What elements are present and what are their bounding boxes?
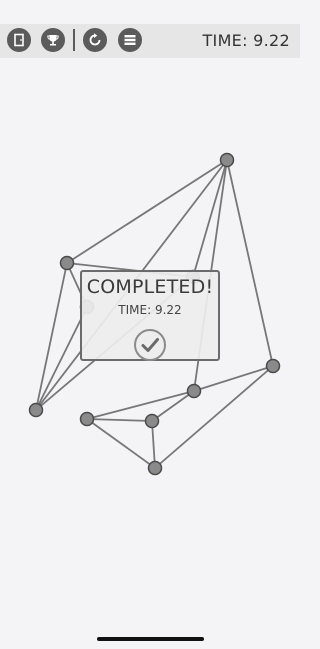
graph-node[interactable]: [265, 358, 281, 374]
graph-edge: [154, 365, 274, 469]
graph-node[interactable]: [79, 411, 95, 427]
graph-node[interactable]: [28, 402, 44, 418]
graph-edge: [193, 365, 274, 392]
graph-node[interactable]: [186, 383, 202, 399]
top-toolbar: TIME: 9.22: [0, 24, 300, 58]
graph-edge: [226, 159, 274, 367]
leaderboard-button[interactable]: [41, 28, 65, 52]
dialog-title: COMPLETED!: [86, 276, 214, 298]
completed-dialog: COMPLETED! TIME: 9.22: [80, 270, 220, 361]
graph-edge: [86, 418, 153, 422]
graph-node[interactable]: [59, 255, 75, 271]
exit-button[interactable]: [7, 28, 31, 52]
graph-edge: [86, 418, 156, 469]
restart-button[interactable]: [83, 28, 107, 52]
trophy-icon: [47, 35, 59, 46]
timer-label: TIME: 9.22: [202, 31, 290, 50]
checkmark-icon: [141, 338, 159, 352]
dialog-time: TIME: 9.22: [118, 303, 182, 317]
menu-button[interactable]: [118, 28, 142, 52]
menu-icon: [124, 35, 136, 45]
graph-node[interactable]: [219, 152, 235, 168]
graph-node[interactable]: [144, 413, 160, 429]
restart-icon: [89, 33, 101, 46]
graph-edge: [66, 159, 228, 264]
exit-door-icon: [14, 33, 24, 47]
graph-edge: [86, 390, 195, 420]
graph-node[interactable]: [147, 460, 163, 476]
confirm-button[interactable]: [134, 329, 166, 361]
toolbar-separator: [73, 29, 75, 51]
home-indicator: [97, 637, 204, 641]
graph-edge: [151, 390, 195, 422]
